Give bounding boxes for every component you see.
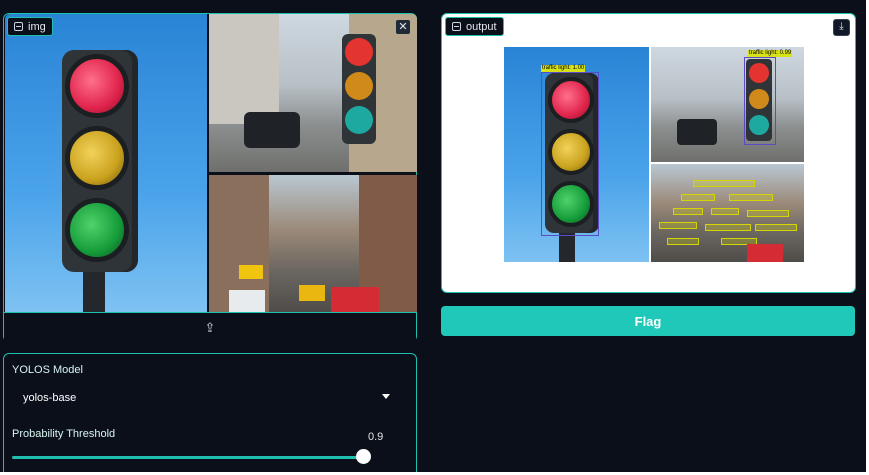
threshold-label: Probability Threshold [12, 428, 116, 440]
detection-label: traffic light: 0.99 [748, 50, 793, 57]
flag-button-label: Flag [634, 313, 662, 329]
traffic-light-photo [5, 14, 207, 312]
threshold-slider-track[interactable] [12, 456, 364, 459]
model-select[interactable]: yolos-base [12, 386, 396, 410]
image-icon [14, 22, 23, 31]
input-image-panel[interactable]: img ✕ ⇪ [3, 13, 417, 342]
upload-area[interactable]: ⇪ [4, 312, 416, 342]
street-photo-top [209, 14, 417, 172]
output-label-tag: output [445, 17, 504, 36]
street-photo-bottom [209, 175, 417, 312]
upload-icon[interactable]: ⇪ [205, 320, 216, 336]
threshold-value: 0.9 [368, 431, 384, 443]
close-icon: ✕ [398, 21, 408, 33]
output-label-text: output [466, 20, 497, 33]
output-panel: output ⤓ traffic light: 1.00 traffic lig… [441, 13, 856, 293]
download-button[interactable]: ⤓ [833, 19, 850, 36]
image-icon [452, 22, 461, 31]
model-label: YOLOS Model [12, 364, 83, 376]
input-image [5, 14, 417, 312]
app-window: img ✕ ⇪ output ⤓ traffic light: 1.00 tra… [0, 0, 866, 472]
threshold-slider-thumb[interactable] [356, 449, 371, 464]
model-select-value: yolos-base [23, 392, 77, 404]
detection-box [541, 72, 599, 236]
flag-button[interactable]: Flag [441, 306, 855, 336]
clear-image-button[interactable]: ✕ [396, 20, 410, 34]
detection-box [744, 57, 776, 145]
input-label-text: img [28, 20, 46, 33]
detection-label: traffic light: 1.00 [541, 65, 586, 72]
download-icon: ⤓ [839, 21, 844, 32]
input-label-tag: img [7, 17, 53, 36]
output-image: traffic light: 1.00 traffic light: 0.99 [504, 47, 804, 262]
chevron-down-icon [382, 394, 390, 399]
